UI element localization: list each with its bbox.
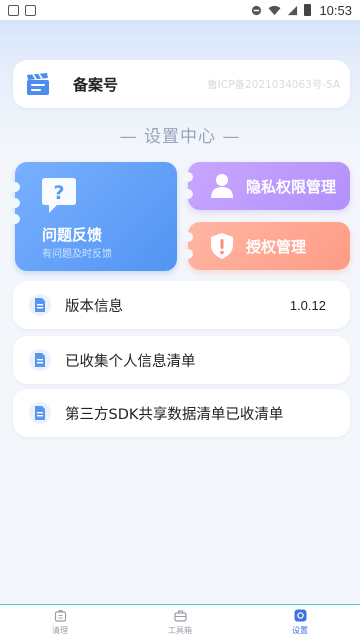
feedback-title: 问题反馈 xyxy=(42,226,103,244)
tab-label: 工具箱 xyxy=(168,626,192,635)
list-item-label: 第三方SDK共享数据清单已收清单 xyxy=(65,406,284,423)
list-item-collected-info[interactable]: 已收集个人信息清单 xyxy=(13,336,350,384)
card-notch xyxy=(10,182,20,192)
document-icon xyxy=(29,294,51,316)
feedback-subtitle: 有问题及时反馈 xyxy=(42,249,112,260)
wifi-icon xyxy=(268,5,281,15)
status-bar: 10:53 xyxy=(0,0,360,20)
shield-icon xyxy=(211,233,233,259)
signal-icon xyxy=(288,5,298,15)
document-icon xyxy=(29,349,51,371)
toolbox-icon xyxy=(173,610,187,622)
app-notification-icon xyxy=(25,4,36,16)
broom-icon xyxy=(54,610,66,622)
authorization-label: 授权管理 xyxy=(246,237,307,256)
svg-text:?: ? xyxy=(53,182,64,204)
card-notch xyxy=(183,172,193,182)
record-number-value: 鲁ICP备2021034063号-5A xyxy=(207,78,340,91)
status-time: 10:53 xyxy=(319,2,352,18)
card-notch xyxy=(10,198,20,208)
list-item-version[interactable]: 版本信息 1.0.12 xyxy=(13,281,350,329)
feedback-card[interactable]: ? 问题反馈 有问题及时反馈 xyxy=(10,162,177,271)
list-item-label: 版本信息 xyxy=(65,298,123,315)
battery-icon xyxy=(304,4,312,16)
version-number: 1.0.12 xyxy=(289,297,326,313)
list-item-label: 已收集个人信息清单 xyxy=(65,353,196,370)
gallery-notification-icon xyxy=(8,4,19,16)
record-number-card[interactable]: 备案号 鲁ICP备2021034063号-5A xyxy=(13,60,350,108)
tab-label: 清理 xyxy=(52,626,68,635)
document-icon xyxy=(29,402,51,424)
question-bubble-icon: ? xyxy=(42,178,76,213)
record-number-label: 备案号 xyxy=(73,75,119,94)
privacy-permission-card[interactable]: 隐私权限管理 xyxy=(183,162,350,210)
dnd-icon xyxy=(252,5,262,15)
list-item-third-party-sdk[interactable]: 第三方SDK共享数据清单已收清单 xyxy=(13,389,350,437)
tab-settings[interactable]: 设置 xyxy=(240,609,360,636)
card-notch xyxy=(10,214,20,224)
settings-icon xyxy=(294,609,306,622)
bottom-tab-bar: 清理 工具箱 设置 xyxy=(0,604,360,640)
card-notch xyxy=(183,232,193,242)
clapperboard-icon xyxy=(27,73,49,95)
section-title: — 设置中心 — xyxy=(119,127,241,147)
card-notch xyxy=(183,249,193,259)
card-notch xyxy=(183,189,193,199)
tab-clean[interactable]: 清理 xyxy=(0,609,120,636)
privacy-permission-label: 隐私权限管理 xyxy=(246,177,337,196)
authorization-card[interactable]: 授权管理 xyxy=(183,222,350,270)
tab-label: 设置 xyxy=(292,626,308,635)
tab-toolbox[interactable]: 工具箱 xyxy=(120,609,240,636)
user-icon xyxy=(211,174,233,198)
